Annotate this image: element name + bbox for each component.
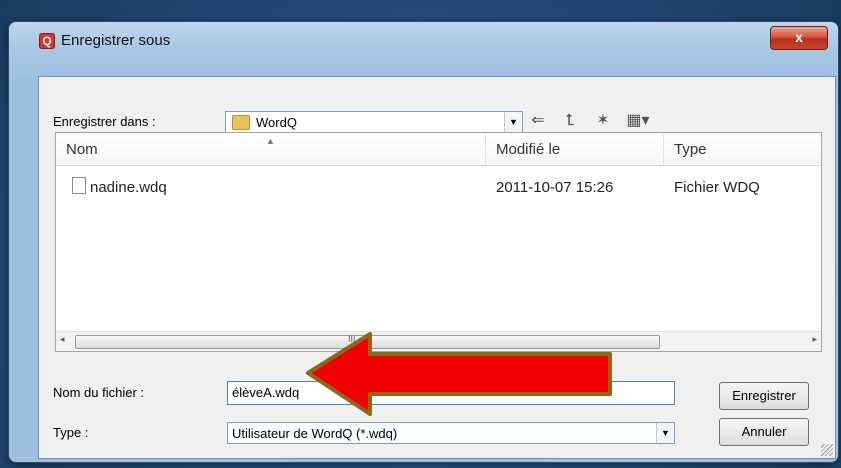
close-icon: x [795,29,803,45]
scroll-left-icon[interactable]: ◂ [60,334,65,345]
save-in-label: Enregistrer dans : [53,114,156,129]
file-list[interactable]: Nom ▲ Modifié le Type nadine.wdq 2011-10… [55,132,822,352]
column-header-type[interactable]: Type [664,133,821,165]
new-folder-icon[interactable]: ✶ [591,111,615,131]
title-bar[interactable]: Q Enregistrer sous x [9,22,838,58]
close-button[interactable]: x [770,26,828,50]
view-menu-icon[interactable]: ▦▾ [623,111,653,131]
column-type-label: Type [674,141,707,158]
type-dropdown-arrow-icon[interactable]: ▼ [656,423,674,443]
save-button[interactable]: Enregistrer [719,382,809,410]
dropdown-arrow-icon[interactable]: ▼ [504,112,522,132]
folder-icon [232,115,250,130]
column-header-modified[interactable]: Modifié le [486,133,664,165]
file-icon [72,177,86,194]
file-modified: 2011-10-07 15:26 [496,179,614,196]
app-icon: Q [39,33,55,49]
arrow-shape [306,332,612,416]
type-value: Utilisateur de WordQ (*.wdq) [232,426,398,441]
window-title: Enregistrer sous [61,32,171,49]
sort-up-icon: ▲ [266,136,275,146]
type-label: Type : [53,425,89,440]
scroll-right-icon[interactable]: ▸ [812,334,817,345]
up-folder-icon[interactable]: ⮤ [559,111,581,131]
back-arrow-icon[interactable]: ⇐ [527,111,549,131]
header-divider [56,165,821,166]
filename-value: élèveA.wdq [232,385,300,400]
red-arrow-annotation [306,332,612,416]
column-name-label: Nom [66,141,98,158]
file-type: Fichier WDQ [674,179,760,196]
column-header-name[interactable]: Nom ▲ [56,133,486,165]
file-name: nadine.wdq [90,179,167,196]
column-modified-label: Modifié le [496,141,561,158]
cancel-button[interactable]: Annuler [719,418,809,446]
type-dropdown[interactable]: Utilisateur de WordQ (*.wdq) ▼ [227,422,675,444]
filename-label: Nom du fichier : [53,385,145,400]
folder-value: WordQ [256,115,297,130]
resize-grip-icon[interactable] [821,444,833,456]
